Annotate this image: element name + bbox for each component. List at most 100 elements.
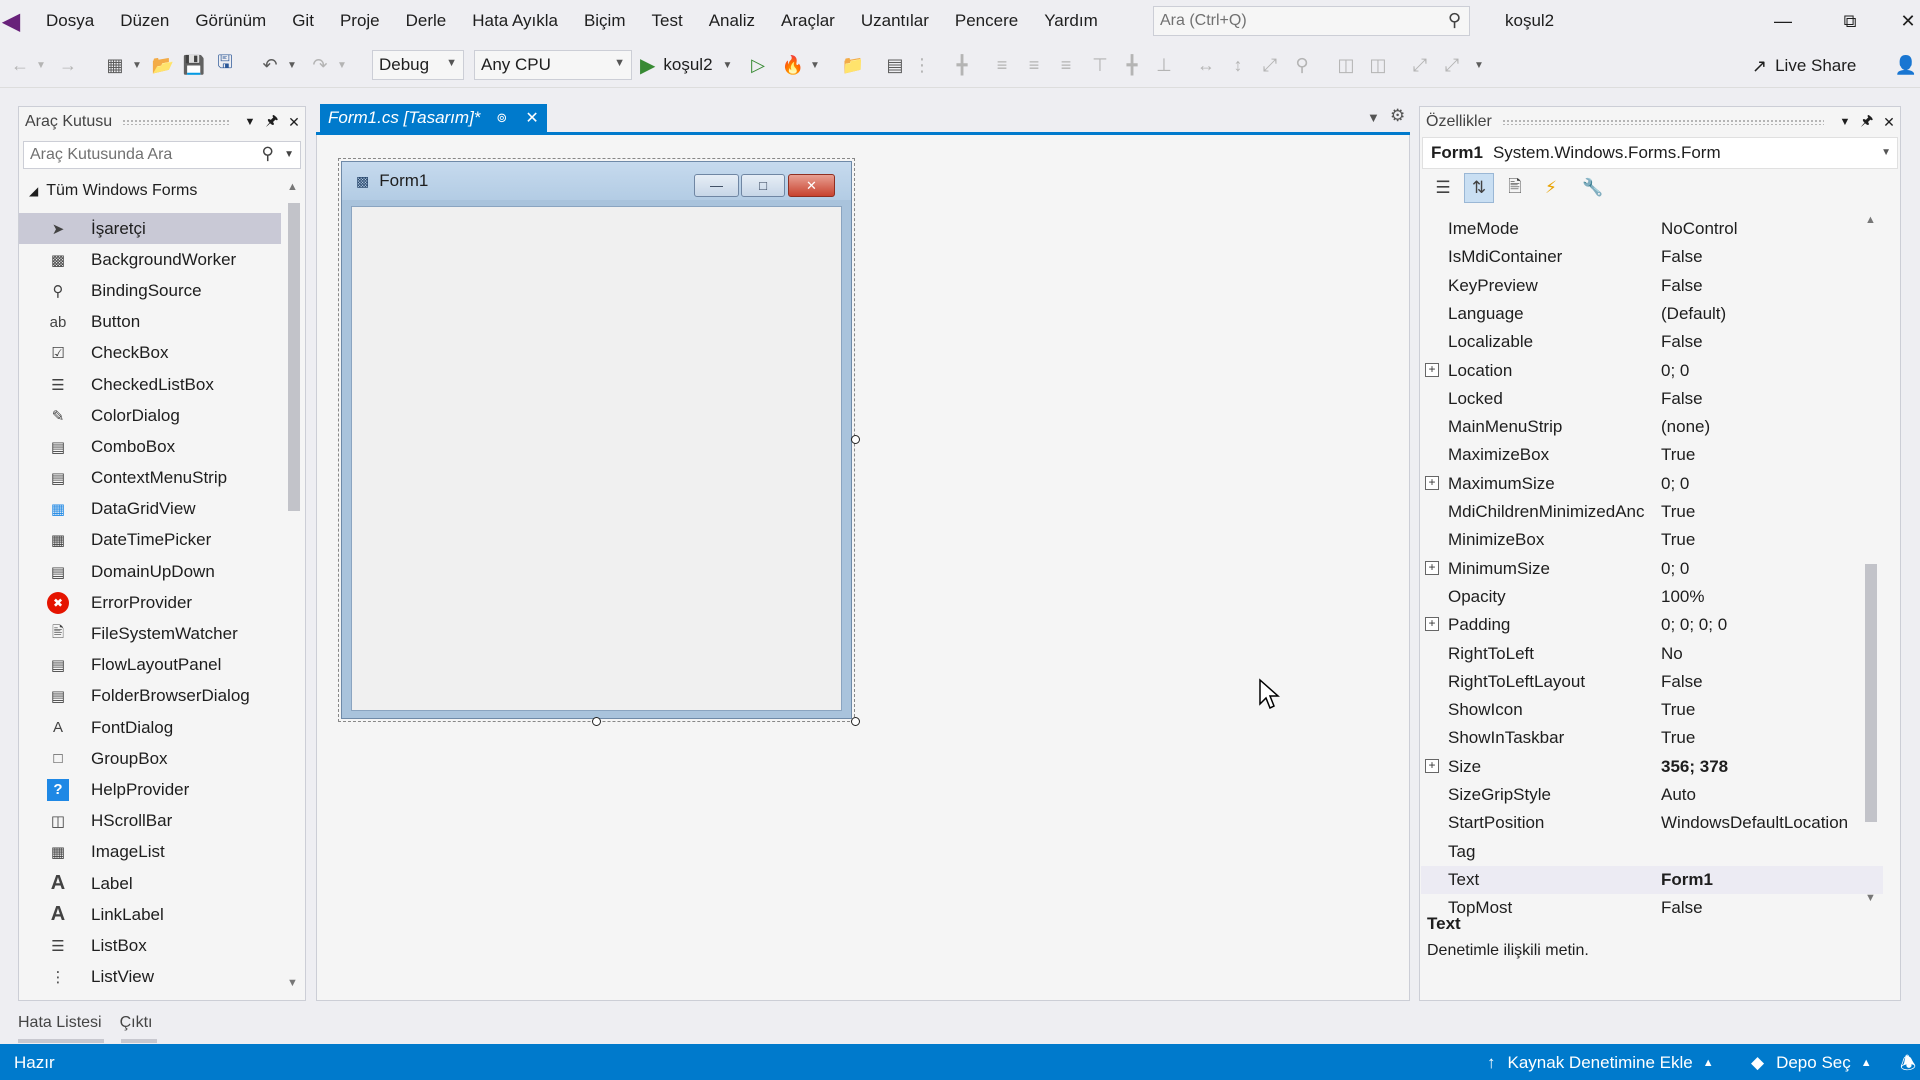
back-icon[interactable]: ← bbox=[8, 51, 32, 79]
toolbox-item[interactable]: ⚲ BindingSource bbox=[19, 275, 281, 306]
menu-item[interactable]: Hata Ayıkla bbox=[459, 0, 571, 42]
property-value[interactable]: 0; 0; 0; 0 bbox=[1661, 615, 1727, 635]
align-bottoms-icon[interactable]: ⊥ bbox=[1152, 51, 1176, 79]
size-to-grid-icon[interactable]: ⚲ bbox=[1290, 51, 1314, 79]
chevron-down-icon[interactable]: ▼ bbox=[284, 149, 294, 160]
property-value[interactable]: Auto bbox=[1661, 785, 1696, 805]
chevron-down-icon[interactable]: ▼ bbox=[239, 116, 261, 128]
start-debugging-button[interactable]: ▶ koşul2 ▼ bbox=[640, 50, 732, 80]
pin-icon[interactable]: ⊚ bbox=[496, 110, 507, 126]
toolbox-item[interactable]: 🖹 FileSystemWatcher bbox=[19, 618, 281, 649]
grid-align-icon[interactable]: ⋮ bbox=[912, 51, 932, 79]
search-input[interactable]: Ara (Ctrl+Q) ⚲ bbox=[1153, 6, 1470, 36]
toolbox-item[interactable]: ➤ İşaretçi bbox=[19, 213, 281, 245]
back-dropdown-icon[interactable]: ▼ bbox=[34, 51, 48, 79]
resize-handle-right[interactable] bbox=[851, 435, 860, 444]
properties-view-icon[interactable]: 🖹 bbox=[1500, 173, 1530, 203]
align-grid-icon[interactable]: ╋ bbox=[950, 51, 974, 79]
property-row[interactable]: KeyPreview False bbox=[1421, 272, 1883, 300]
property-value[interactable]: True bbox=[1661, 502, 1695, 522]
property-value[interactable]: False bbox=[1661, 276, 1703, 296]
notifications-bell-icon[interactable]: 🕭 bbox=[1900, 1051, 1916, 1080]
scroll-down-icon[interactable]: ▼ bbox=[287, 977, 298, 989]
menu-item[interactable]: Git bbox=[279, 0, 327, 42]
toolbox-item[interactable]: ▤ FlowLayoutPanel bbox=[19, 650, 281, 681]
property-value[interactable]: True bbox=[1661, 530, 1695, 550]
property-value[interactable]: Form1 bbox=[1661, 870, 1713, 890]
menu-item[interactable]: Pencere bbox=[942, 0, 1031, 42]
menu-item[interactable]: Araçlar bbox=[768, 0, 848, 42]
center-vertically-icon[interactable]: ⤢ bbox=[1440, 51, 1464, 79]
close-icon[interactable]: ✕ bbox=[283, 114, 305, 131]
property-row[interactable]: Opacity 100% bbox=[1421, 583, 1883, 611]
chevron-down-icon[interactable]: ▼ bbox=[1834, 116, 1856, 128]
property-value[interactable]: 100% bbox=[1661, 587, 1704, 607]
scroll-up-icon[interactable]: ▲ bbox=[287, 181, 298, 193]
property-row[interactable]: ShowIcon True bbox=[1421, 696, 1883, 724]
property-value[interactable]: 356; 378 bbox=[1661, 757, 1728, 777]
property-row[interactable]: StartPosition WindowsDefaultLocation bbox=[1421, 809, 1883, 837]
header-grip[interactable] bbox=[1501, 119, 1824, 125]
menu-item[interactable]: Yardım bbox=[1031, 0, 1111, 42]
vertical-spacing-icon[interactable]: ◫ bbox=[1366, 51, 1390, 79]
property-row[interactable]: SizeGripStyle Auto bbox=[1421, 781, 1883, 809]
toolbox-scrollbar[interactable]: ▲ ▼ bbox=[285, 179, 301, 989]
property-row[interactable]: + Location 0; 0 bbox=[1421, 357, 1883, 385]
tab-order-icon[interactable]: ▤ bbox=[882, 51, 908, 79]
property-row[interactable]: RightToLeftLayout False bbox=[1421, 668, 1883, 696]
toolbar-overflow-icon[interactable]: ▼ bbox=[1472, 51, 1486, 79]
expand-plus-icon[interactable]: + bbox=[1425, 362, 1439, 377]
categorized-icon[interactable]: ☰ bbox=[1428, 173, 1458, 203]
make-same-height-icon[interactable]: ↕ bbox=[1226, 51, 1250, 79]
align-rights-icon[interactable]: ≡ bbox=[1054, 51, 1078, 79]
menu-item[interactable]: Görünüm bbox=[182, 0, 279, 42]
close-icon[interactable]: ✕ bbox=[525, 108, 538, 128]
toolbox-item[interactable]: ◫ HScrollBar bbox=[19, 806, 281, 837]
restore-window-button[interactable]: ⧉ bbox=[1820, 0, 1880, 42]
property-value[interactable]: 0; 0 bbox=[1661, 474, 1689, 494]
configuration-select[interactable]: Debug ▼ bbox=[372, 50, 464, 80]
events-icon[interactable]: ⚡ bbox=[1536, 173, 1566, 203]
pin-icon[interactable]: 🖈 bbox=[261, 110, 283, 134]
property-row[interactable]: ShowInTaskbar True bbox=[1421, 724, 1883, 752]
property-row[interactable]: + Size 356; 378 bbox=[1421, 753, 1883, 781]
menu-item[interactable]: Derle bbox=[393, 0, 460, 42]
expand-plus-icon[interactable]: + bbox=[1425, 475, 1439, 490]
property-value[interactable]: True bbox=[1661, 700, 1695, 720]
undo-icon[interactable]: ↶ bbox=[257, 51, 283, 79]
property-row[interactable]: Locked False bbox=[1421, 385, 1883, 413]
toolbox-item[interactable]: ▤ DomainUpDown bbox=[19, 556, 281, 587]
close-window-button[interactable]: ✕ bbox=[1878, 0, 1920, 42]
hot-reload-dropdown-icon[interactable]: ▼ bbox=[808, 51, 822, 79]
toolbox-item[interactable]: ✎ ColorDialog bbox=[19, 400, 281, 431]
new-item-icon[interactable]: ▦ bbox=[102, 51, 128, 79]
solution-explorer-icon[interactable]: 📁 bbox=[840, 51, 866, 79]
menu-item[interactable]: Proje bbox=[327, 0, 393, 42]
align-lefts-icon[interactable]: ≡ bbox=[990, 51, 1014, 79]
property-row[interactable]: IsMdiContainer False bbox=[1421, 243, 1883, 271]
toolbox-item[interactable]: ? HelpProvider bbox=[19, 774, 281, 805]
scrollbar-thumb[interactable] bbox=[288, 203, 300, 511]
property-value[interactable]: NoControl bbox=[1661, 219, 1738, 239]
form-client-area[interactable] bbox=[351, 206, 842, 711]
property-value[interactable]: 0; 0 bbox=[1661, 559, 1689, 579]
property-row[interactable]: MinimizeBox True bbox=[1421, 526, 1883, 554]
align-centers-icon[interactable]: ≡ bbox=[1022, 51, 1046, 79]
minimize-window-button[interactable]: — bbox=[1753, 0, 1813, 42]
property-value[interactable]: (none) bbox=[1661, 417, 1710, 437]
save-icon[interactable]: 💾 bbox=[181, 51, 207, 79]
expand-plus-icon[interactable]: + bbox=[1425, 758, 1439, 773]
menu-item[interactable]: Uzantılar bbox=[848, 0, 942, 42]
pin-icon[interactable]: 🖈 bbox=[1856, 110, 1878, 134]
toolbox-item[interactable]: A FontDialog bbox=[19, 712, 281, 743]
property-grid-scrollbar[interactable]: ▲ ▼ bbox=[1862, 214, 1880, 904]
tab-output[interactable]: Çıktı bbox=[120, 1014, 153, 1032]
property-row[interactable]: MaximizeBox True bbox=[1421, 441, 1883, 469]
property-row[interactable]: Tag bbox=[1421, 838, 1883, 866]
property-row[interactable]: RightToLeft No bbox=[1421, 640, 1883, 668]
property-value[interactable]: True bbox=[1661, 728, 1695, 748]
resize-handle-bottom[interactable] bbox=[592, 717, 601, 726]
property-row[interactable]: MainMenuStrip (none) bbox=[1421, 413, 1883, 441]
undo-dropdown-icon[interactable]: ▼ bbox=[285, 51, 299, 79]
toolbox-item[interactable]: ab Button bbox=[19, 307, 281, 338]
